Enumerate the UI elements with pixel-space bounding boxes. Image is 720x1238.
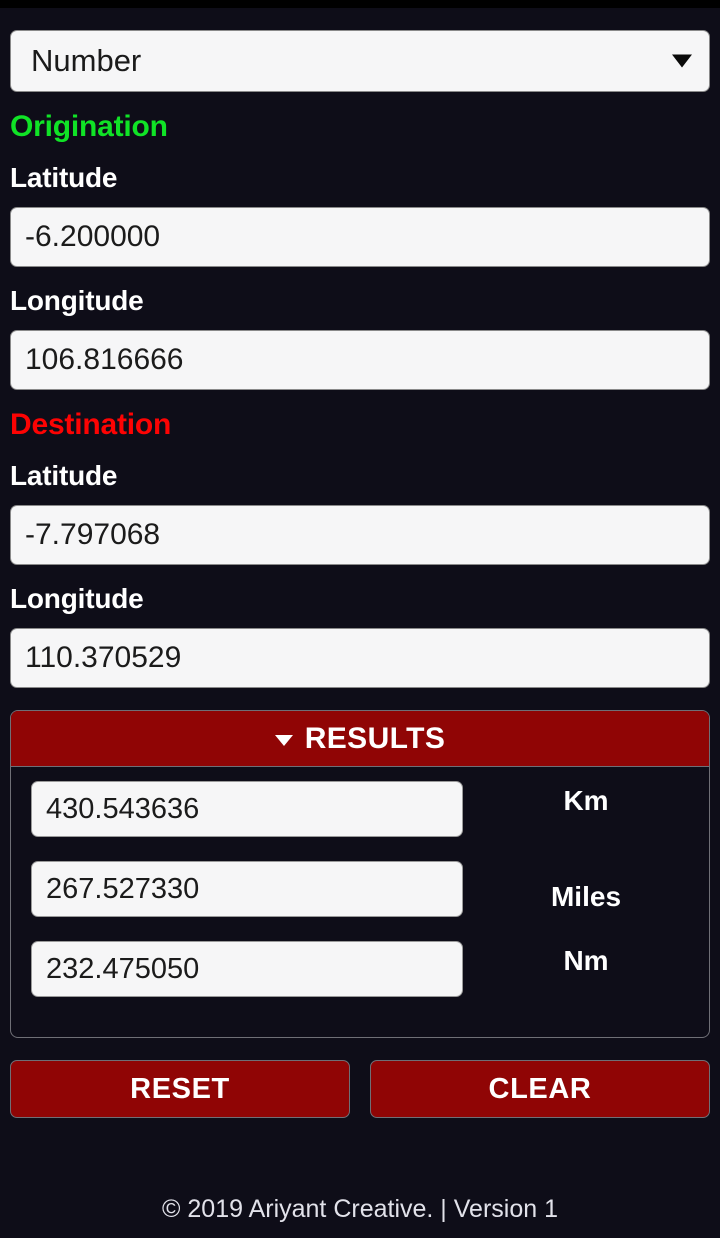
result-nm-unit: Nm	[563, 945, 609, 976]
destination-latitude-input[interactable]: -7.797068	[10, 505, 710, 565]
result-row: 232.475050 Nm	[11, 941, 709, 1021]
result-miles-unit: Miles	[550, 881, 622, 912]
status-bar	[0, 0, 720, 8]
destination-longitude-input[interactable]: 110.370529	[10, 628, 710, 688]
result-miles-input[interactable]: 267.527330	[31, 861, 463, 917]
result-row: 267.527330 Miles	[11, 861, 709, 941]
result-km-unit: Km	[563, 785, 609, 816]
results-title: RESULTS	[304, 721, 446, 755]
origination-latitude-input[interactable]: -6.200000	[10, 207, 710, 267]
app-root: Number Origination Latitude -6.200000 Lo…	[0, 0, 720, 1238]
result-km-input[interactable]: 430.543636	[31, 781, 463, 837]
results-panel: RESULTS 430.543636 Km 267.527330 Miles 2…	[10, 710, 710, 1038]
result-row: 430.543636 Km	[11, 781, 709, 861]
reset-button[interactable]: RESET	[10, 1060, 350, 1118]
destination-longitude-label: Longitude	[10, 583, 144, 614]
results-body: 430.543636 Km 267.527330 Miles 232.47505…	[11, 767, 709, 1037]
caret-down-icon	[274, 735, 293, 746]
clear-button[interactable]: CLEAR	[370, 1060, 710, 1118]
destination-heading: Destination	[10, 408, 172, 441]
origination-latitude-label: Latitude	[10, 162, 118, 193]
origination-longitude-input[interactable]: 106.816666	[10, 330, 710, 390]
result-nm-input[interactable]: 232.475050	[31, 941, 463, 997]
footer-copyright: © 2019 Ariyant Creative. | Version 1	[162, 1195, 558, 1223]
mode-select[interactable]: Number	[10, 30, 710, 92]
origination-heading: Origination	[10, 110, 168, 143]
results-header[interactable]: RESULTS	[11, 711, 709, 767]
origination-longitude-label: Longitude	[10, 285, 144, 316]
destination-latitude-label: Latitude	[10, 460, 118, 491]
main-content: Number Origination Latitude -6.200000 Lo…	[0, 8, 720, 1177]
mode-select-value[interactable]: Number	[10, 30, 710, 92]
action-bar: RESET CLEAR	[10, 1060, 710, 1118]
chevron-down-icon	[672, 54, 692, 68]
